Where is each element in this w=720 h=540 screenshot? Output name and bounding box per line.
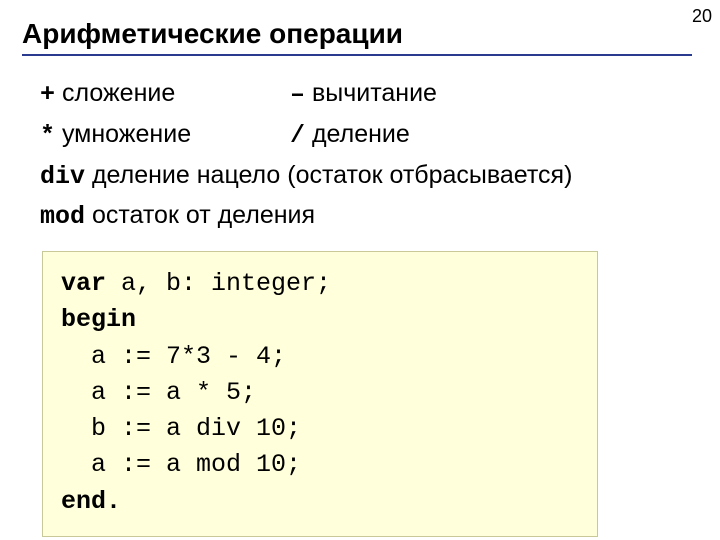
ops-row-1: + сложение – вычитание — [40, 74, 692, 115]
code-example: var a, b: integer; begin a := 7*3 - 4; a… — [42, 251, 598, 537]
op-div: / деление — [290, 115, 540, 156]
kw-begin: begin — [61, 305, 136, 334]
kw-end: end. — [61, 487, 121, 516]
mul-label: умножение — [55, 120, 191, 148]
div-label: деление — [305, 120, 410, 148]
div-symbol: / — [290, 121, 305, 150]
op-minus: – вычитание — [290, 74, 540, 115]
minus-symbol: – — [290, 80, 305, 109]
mul-symbol: * — [40, 121, 55, 150]
code-l5: b := a div 10; — [61, 414, 301, 443]
plus-symbol: + — [40, 80, 55, 109]
code-l4: a := a * 5; — [61, 378, 256, 407]
op-mul: * умножение — [40, 115, 290, 156]
operator-list: + сложение – вычитание * умножение / дел… — [22, 74, 692, 237]
code-l3: a := 7*3 - 4; — [61, 342, 286, 371]
mod-symbol: mod — [40, 202, 85, 231]
code-l1-rest: a, b: integer; — [106, 269, 331, 298]
minus-label: вычитание — [305, 79, 437, 107]
heading: Арифметические операции — [22, 18, 692, 50]
idiv-label: деление нацело (остаток отбрасывается) — [85, 161, 572, 189]
slide-content: Арифметические операции + сложение – выч… — [0, 0, 720, 537]
page-number: 20 — [692, 6, 712, 27]
code-l6: a := a mod 10; — [61, 450, 301, 479]
op-plus: + сложение — [40, 74, 290, 115]
op-mod: mod остаток от деления — [40, 196, 692, 237]
heading-rule — [22, 54, 692, 56]
kw-var: var — [61, 269, 106, 298]
mod-label: остаток от деления — [85, 201, 315, 229]
op-idiv: div деление нацело (остаток отбрасываетс… — [40, 156, 692, 197]
plus-label: сложение — [55, 79, 175, 107]
ops-row-2: * умножение / деление — [40, 115, 692, 156]
idiv-symbol: div — [40, 162, 85, 191]
